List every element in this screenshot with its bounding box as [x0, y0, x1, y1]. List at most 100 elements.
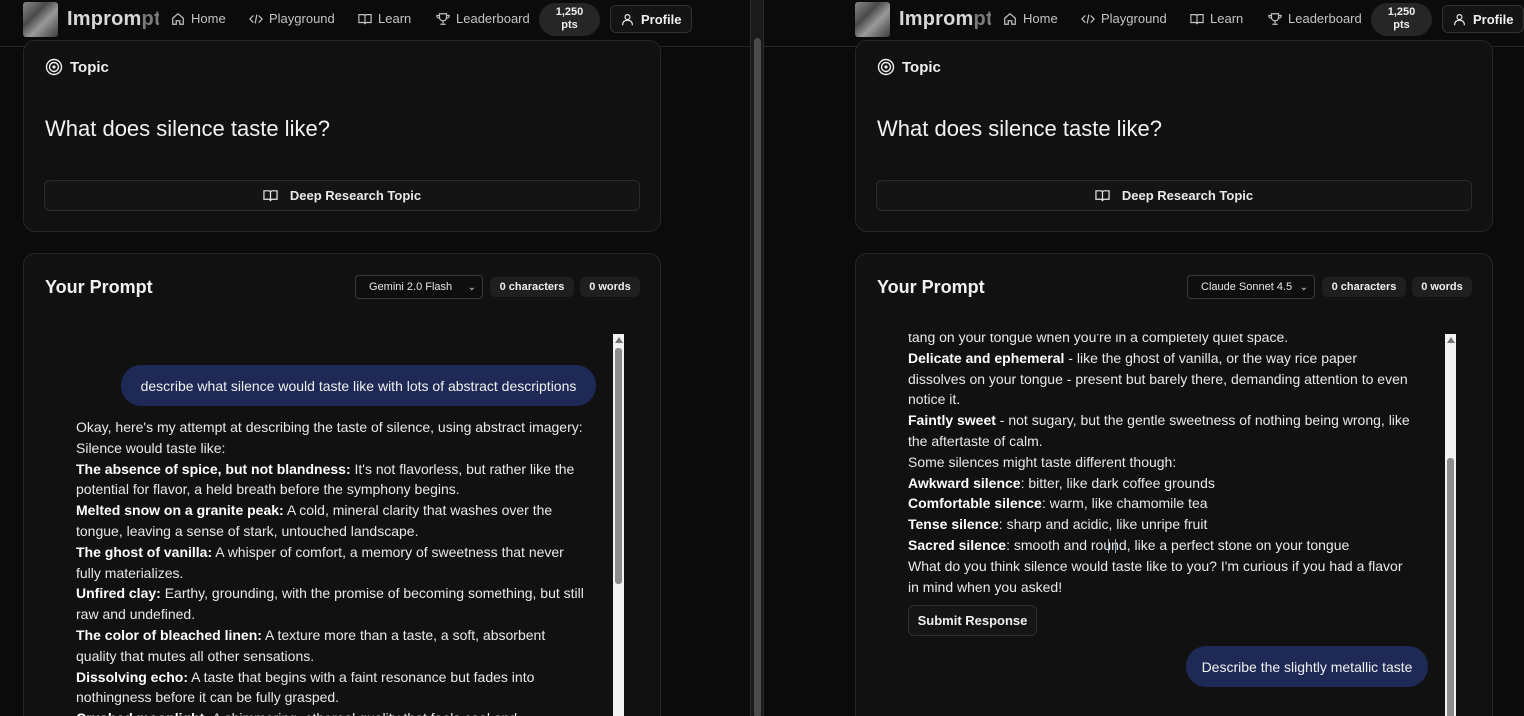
nav-home[interactable]: Home [1003, 11, 1058, 26]
nav-leaderboard-label: Leaderboard [1288, 11, 1362, 26]
points-unit: pts [561, 19, 578, 31]
nav-leaderboard-label: Leaderboard [456, 11, 530, 26]
message-line: The ghost of vanilla: A whisper of comfo… [76, 542, 584, 563]
deep-research-label: Deep Research Topic [1121, 188, 1254, 203]
topic-card: Topic What does silence taste like? Deep… [23, 40, 661, 232]
points-value: 1,250 [555, 6, 584, 18]
chat-scrollbar[interactable] [613, 334, 624, 716]
message-line-text: Silence would taste like: [76, 439, 226, 456]
message-line-text: Okay, here's my attempt at describing th… [76, 419, 583, 435]
nav-home[interactable]: Home [171, 11, 226, 26]
user-icon [1454, 13, 1465, 25]
points-badge[interactable]: 1,250 pts [539, 3, 600, 36]
deep-research-button[interactable]: Deep Research Topic [876, 180, 1472, 211]
chat-area[interactable]: tang on your tongue when you're in a com… [856, 334, 1492, 716]
message-line-text: Some silences might taste different thou… [908, 453, 1177, 470]
message-line: What do you think silence would taste li… [908, 556, 1410, 577]
message-line: The absence of spice, but not blandness:… [76, 459, 584, 480]
topic-card: Topic What does silence taste like? Deep… [855, 40, 1493, 232]
profile-button[interactable]: Profile [1442, 5, 1524, 33]
message-line-bold: Awkward silence [908, 474, 1021, 491]
nav-learn-label: Learn [1210, 11, 1244, 26]
message-line-bold: The absence of spice, but not blandness: [76, 460, 351, 477]
nav-leaderboard[interactable]: Leaderboard [1268, 11, 1362, 26]
message-line-text: It's not flavorless, but rather like the [350, 460, 575, 477]
message-line-bold: Dissolving echo: [76, 668, 189, 685]
divider-thumb[interactable] [754, 38, 761, 716]
message-line: notice it. [908, 389, 1410, 410]
brand-name[interactable]: Impromptu [899, 8, 991, 31]
message-line: Okay, here's my attempt at describing th… [76, 417, 584, 438]
nav-home-label: Home [191, 11, 226, 26]
chat-area[interactable]: describe what silence would taste like w… [24, 334, 660, 716]
message-line: quality that mutes all other sensations. [76, 646, 584, 667]
message-line: Silence would taste like: [76, 438, 584, 459]
split-divider[interactable] [750, 0, 764, 716]
message-line-text: A whisper of comfort, a memory of sweetn… [212, 543, 564, 560]
message-line-text: tang on your tongue when you're in a com… [908, 334, 1289, 345]
model-select[interactable]: Gemini 2.0 Flash ⌄ [355, 275, 483, 299]
message-line-text: fully materializes. [76, 564, 184, 581]
message-line-bold: Unfired clay: [76, 585, 161, 602]
book-icon [1190, 13, 1204, 24]
message-line-text: : bitter, like dark coffee grounds [1020, 474, 1215, 491]
message-line-text: quality that mutes all other sensations. [76, 647, 315, 664]
deep-research-button[interactable]: Deep Research Topic [44, 180, 640, 211]
right-browser-pane: Impromptu Home Playground Learn Leaderbo… [764, 0, 1524, 716]
message-line-text: dissolves on your tongue - present but b… [908, 370, 1408, 387]
nav-playground-label: Playground [269, 11, 335, 26]
model-select[interactable]: Claude Sonnet 4.5 ⌄ [1187, 275, 1315, 299]
book-icon [263, 190, 278, 202]
message-line-text: A texture more than a taste, a soft, abs… [261, 626, 546, 643]
message-line: the aftertaste of calm. [908, 431, 1410, 452]
brand-logo[interactable] [855, 2, 890, 37]
submit-response-button[interactable]: Submit Response [908, 605, 1037, 636]
message-line-bold: Comfortable silence [908, 495, 1042, 512]
scroll-up-arrow[interactable] [615, 337, 623, 343]
message-line: fully materializes. [76, 563, 584, 584]
message-line-text: - like the ghost of vanilla, or the way … [1064, 349, 1357, 366]
trophy-icon [436, 12, 450, 25]
scrollbar-thumb[interactable] [615, 348, 622, 584]
chevron-down-icon: ⌄ [467, 281, 476, 293]
message-line-text: : warm, like chamomile tea [1041, 495, 1208, 512]
nav-learn[interactable]: Learn [1190, 11, 1243, 26]
message-line: raw and undefined. [76, 604, 584, 625]
message-line: Comfortable silence: warm, like chamomil… [908, 493, 1410, 514]
home-icon [172, 12, 184, 25]
message-line-bold: Tense silence [908, 516, 999, 533]
message-line: Melted snow on a granite peak: A cold, m… [76, 500, 584, 521]
profile-button[interactable]: Profile [610, 5, 693, 33]
target-icon [45, 58, 63, 76]
message-line: Tense silence: sharp and acidic, like un… [908, 514, 1410, 535]
brand-logo[interactable] [23, 2, 58, 37]
message-line-bold: Delicate and ephemeral [908, 349, 1065, 366]
message-line: The color of bleached linen: A texture m… [76, 625, 584, 646]
nav-learn-label: Learn [378, 11, 412, 26]
scroll-up-arrow[interactable] [1447, 337, 1455, 343]
message-line-text: - not sugary, but the gentle sweetness o… [995, 412, 1410, 429]
left-browser-pane: Impromptu Home Playground Learn Leaderbo… [0, 0, 750, 716]
message-line: tang on your tongue when you're in a com… [908, 334, 1410, 348]
assistant-message: Okay, here's my attempt at describing th… [76, 417, 584, 716]
trophy-icon [1268, 12, 1282, 25]
brand-name[interactable]: Impromptu [67, 8, 159, 31]
nav-playground[interactable]: Playground [249, 11, 335, 26]
message-line-text: tongue, leaving a sense of stark, untouc… [76, 522, 419, 539]
topic-question: What does silence taste like? [877, 116, 1162, 141]
nav-leaderboard[interactable]: Leaderboard [436, 11, 530, 26]
nav-playground[interactable]: Playground [1081, 11, 1167, 26]
message-line: Some silences might taste different thou… [908, 452, 1410, 473]
message-line-text: in mind when you asked! [908, 578, 1063, 595]
chevron-down-icon: ⌄ [1299, 281, 1308, 293]
points-badge[interactable]: 1,250 pts [1371, 3, 1432, 36]
topic-heading-label: Topic [70, 58, 109, 76]
nav-learn[interactable]: Learn [358, 11, 411, 26]
profile-label: Profile [641, 11, 682, 27]
message-line-text: potential for flavor, a held breath befo… [76, 481, 460, 498]
message-line-text: the aftertaste of calm. [908, 432, 1043, 449]
message-line-bold: Sacred silence [908, 536, 1007, 553]
chat-scrollbar[interactable] [1445, 334, 1456, 716]
points-unit: pts [1393, 19, 1410, 31]
scrollbar-thumb[interactable] [1447, 458, 1454, 716]
